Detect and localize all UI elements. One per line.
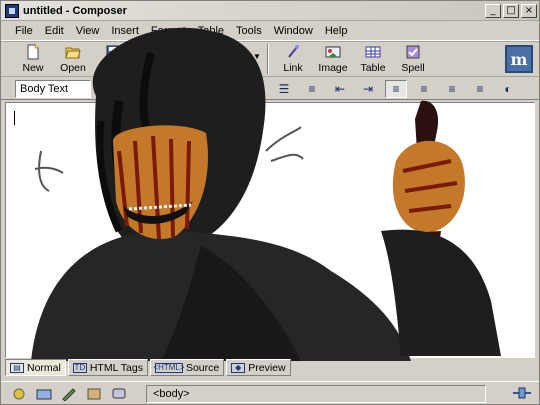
print-button[interactable]: Print	[213, 42, 253, 74]
folder-open-icon	[65, 47, 81, 59]
paragraph-style-select[interactable]: Body Text	[15, 79, 91, 98]
tab-source-label: Source	[185, 361, 220, 374]
publish-label: Publish	[135, 62, 171, 74]
menu-tools[interactable]: Tools	[230, 25, 268, 37]
tab-html-tags[interactable]: TD HTML Tags	[67, 359, 148, 376]
composer-window: untitled - Composer _ □ × File Edit View…	[0, 0, 540, 405]
open-button[interactable]: Open	[53, 42, 93, 74]
menu-view[interactable]: View	[70, 25, 106, 37]
address-book-icon[interactable]	[86, 387, 102, 401]
numbered-list-icon[interactable]: ≡	[301, 80, 323, 98]
tab-source[interactable]: <HTML> Source	[149, 359, 225, 376]
link-label: Link	[283, 62, 303, 74]
bullet-list-icon[interactable]: ☰	[273, 80, 295, 98]
window-title: untitled - Composer	[23, 4, 127, 17]
preview-icon: ◆	[231, 362, 246, 373]
publish-button[interactable]: Publish	[133, 42, 173, 74]
status-bar: <body>	[1, 381, 539, 405]
align-right-icon[interactable]: ≡	[441, 80, 463, 98]
link-icon	[288, 45, 299, 58]
menu-format[interactable]: Format	[145, 25, 192, 37]
tab-normal-label: Normal	[27, 361, 61, 374]
link-button[interactable]: Link	[273, 42, 313, 74]
print-icon	[226, 45, 240, 57]
menu-table[interactable]: Table	[192, 25, 230, 37]
composition-toolbar: New Open Save Publish Browse Print ▼ Lin…	[1, 41, 539, 77]
element-path[interactable]: <body>	[146, 384, 486, 403]
new-document-icon	[27, 44, 39, 60]
spell-button[interactable]: Spell	[393, 42, 433, 74]
tab-preview-label: Preview	[248, 361, 286, 374]
print-label: Print	[222, 62, 244, 74]
source-icon: <HTML>	[153, 362, 185, 373]
publish-icon	[146, 45, 160, 59]
outdent-icon[interactable]: ⇤	[329, 80, 351, 98]
text-caret	[14, 111, 15, 125]
menu-insert[interactable]: Insert	[105, 25, 145, 37]
image-button[interactable]: Image	[313, 42, 353, 74]
open-label: Open	[60, 62, 86, 74]
table-button[interactable]: Table	[353, 42, 393, 74]
browse-label: Browse	[175, 62, 211, 74]
online-status-icon[interactable]	[511, 385, 533, 401]
align-left-icon[interactable]: ≡	[385, 79, 407, 98]
format-toolbar: Body Text U ☰ ≡ ⇤ ⇥ ≡ ≡ ≡ ≡ ◐	[1, 78, 539, 100]
minimize-button[interactable]: _	[485, 3, 501, 18]
align-center-icon[interactable]: ≡	[413, 80, 435, 98]
tab-preview[interactable]: ◆ Preview	[226, 359, 291, 376]
print-dropdown-arrow[interactable]: ▼	[253, 42, 263, 61]
toolbar-separator	[267, 44, 269, 74]
save-label: Save	[101, 62, 125, 74]
maximize-button[interactable]: □	[503, 3, 519, 18]
title-bar[interactable]: untitled - Composer _ □ ×	[1, 1, 539, 21]
color-icon[interactable]: ◐	[497, 80, 519, 98]
edit-mode-tabs: ▤ Normal TD HTML Tags <HTML> Source ◆ Pr…	[5, 359, 535, 377]
editor-canvas[interactable]	[5, 102, 535, 358]
table-label: Table	[360, 62, 386, 74]
composer-logo: m	[505, 45, 533, 73]
mail-icon[interactable]	[36, 387, 52, 401]
browse-button[interactable]: Browse	[173, 42, 213, 74]
menu-bar: File Edit View Insert Format Table Tools…	[1, 21, 539, 41]
save-button[interactable]: Save	[93, 42, 133, 74]
spell-check-icon	[406, 45, 420, 59]
save-icon	[106, 45, 120, 59]
tab-normal[interactable]: ▤ Normal	[5, 359, 66, 376]
menu-window[interactable]: Window	[268, 25, 319, 37]
composer-pen-icon[interactable]	[61, 387, 77, 401]
image-icon	[325, 46, 341, 58]
tab-html-tags-label: HTML Tags	[89, 361, 143, 374]
composer-app-icon[interactable]	[5, 3, 19, 18]
new-button[interactable]: New	[13, 42, 53, 74]
image-label: Image	[318, 62, 348, 74]
menu-help[interactable]: Help	[319, 25, 354, 37]
menu-file[interactable]: File	[9, 25, 39, 37]
normal-mode-icon: ▤	[10, 362, 24, 373]
new-label: New	[22, 62, 44, 74]
navigator-icon[interactable]	[11, 387, 27, 401]
html-tags-icon: TD	[72, 362, 87, 373]
indent-icon[interactable]: ⇥	[357, 80, 379, 98]
underline-button[interactable]: U	[245, 80, 267, 98]
chat-icon[interactable]	[111, 387, 127, 401]
close-button[interactable]: ×	[521, 3, 537, 18]
align-justify-icon[interactable]: ≡	[469, 80, 491, 98]
table-icon	[365, 46, 381, 58]
browse-icon	[186, 46, 200, 58]
menu-edit[interactable]: Edit	[39, 25, 70, 37]
spell-label: Spell	[401, 62, 425, 74]
